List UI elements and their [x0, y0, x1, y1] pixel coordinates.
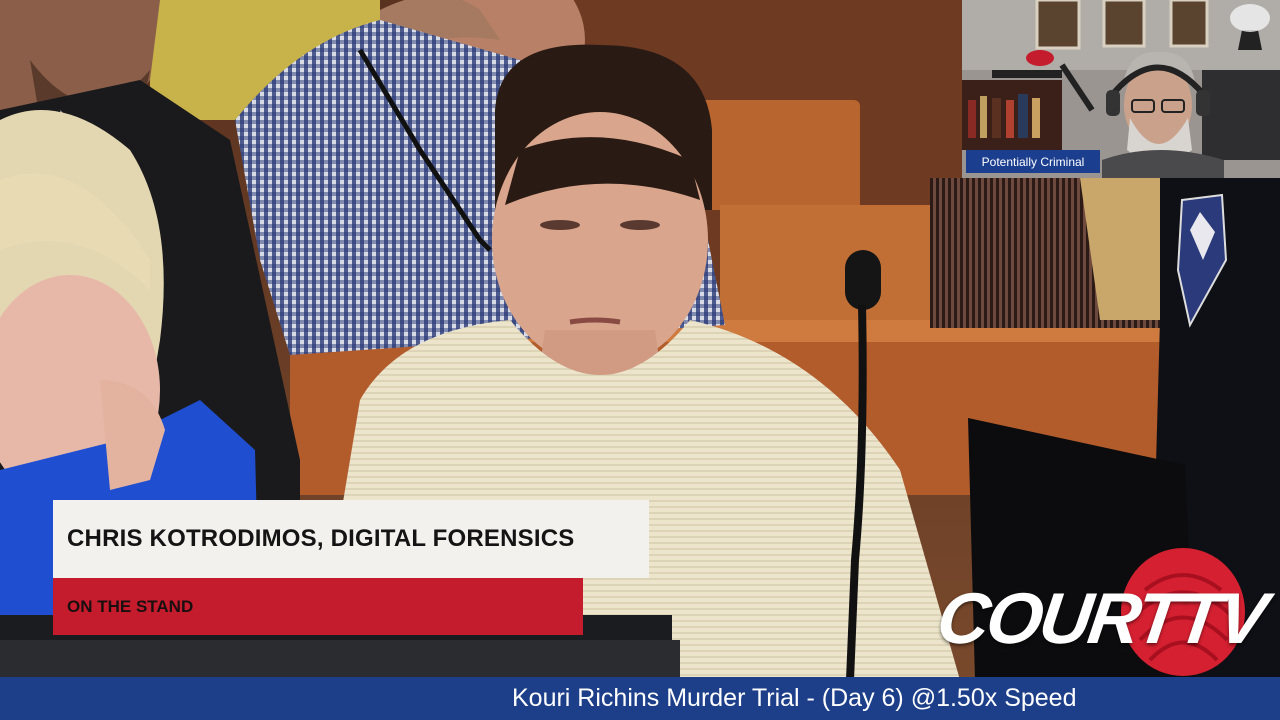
lower-third-tag-bar: ON THE STAND — [53, 578, 583, 635]
court-tv-logo-text: COURTTV — [932, 579, 1270, 659]
on-the-stand-label: ON THE STAND — [67, 596, 194, 616]
courtroom-video-frame: Potentially Criminal CHRIS KOTRODIMOS, D… — [0, 0, 1280, 720]
shelf-right — [1202, 70, 1280, 160]
microphone — [845, 250, 881, 310]
witness-name: CHRIS KOTRODIMOS, DIGITAL FORENSICS — [67, 525, 575, 552]
framed-certificate — [1035, 0, 1081, 50]
ticker-title: Kouri Richins Murder Trial - (Day 6) @1.… — [512, 684, 1077, 712]
lower-third-name-bar: CHRIS KOTRODIMOS, DIGITAL FORENSICS — [53, 500, 649, 578]
red-hat — [1026, 50, 1054, 66]
lamp — [1238, 30, 1262, 50]
channel-name: Potentially Criminal — [981, 154, 1085, 169]
bottom-ticker: Kouri Richins Murder Trial - (Day 6) @1.… — [0, 677, 1280, 720]
empty-chair — [700, 100, 860, 210]
inset-channel-label: Potentially Criminal — [966, 150, 1100, 173]
